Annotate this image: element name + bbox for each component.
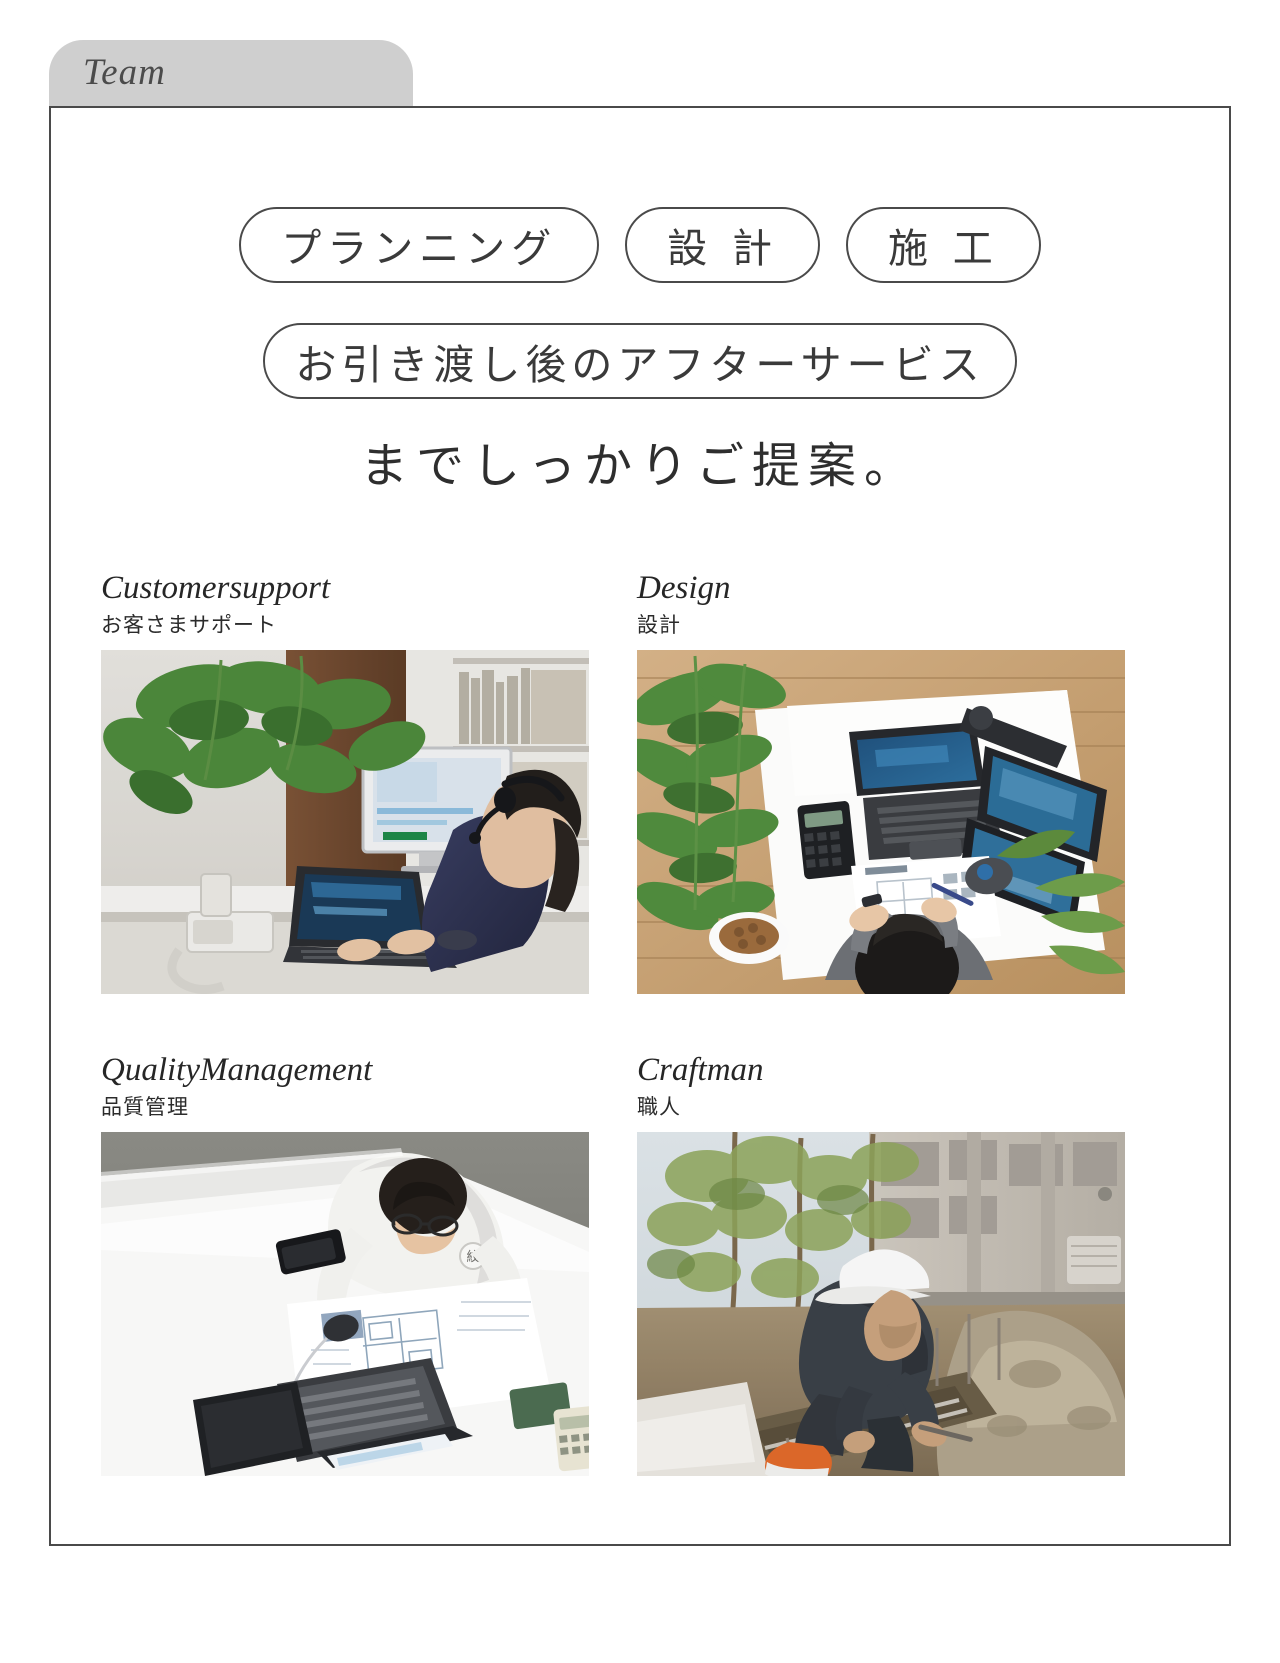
pill-design-label: 設 計 (667, 226, 778, 272)
card-qualitymanagement-title-ja: 品質管理 (101, 1094, 189, 1119)
pill-design[interactable]: 設 計 (625, 207, 820, 283)
service-pill-row-primary: プランニング 設 計 施 工 (51, 207, 1229, 283)
card-craftman[interactable]: Craftman 職人 (637, 1052, 1125, 1476)
section-tagline: までしっかりご提案。 (359, 438, 920, 494)
section-tab: Team (49, 40, 413, 108)
pill-construction[interactable]: 施 工 (846, 207, 1041, 283)
service-pill-row-secondary: お引き渡し後のアフターサービス (51, 323, 1229, 399)
card-design[interactable]: Design 設計 (637, 570, 1125, 994)
team-card-grid: Customersupport お客さまサポート Design 設計 Quali… (101, 570, 1179, 1476)
card-qualitymanagement[interactable]: QualityManagement 品質管理 紋 (101, 1052, 589, 1476)
quality-management-photo: 紋 (101, 1131, 589, 1476)
card-customersupport-title-ja: お客さまサポート (101, 612, 277, 637)
card-design-title-en: Design (637, 570, 731, 606)
pill-aftersales-label: お引き渡し後のアフターサービス (295, 341, 985, 389)
card-design-title-ja: 設計 (637, 612, 681, 637)
card-craftman-title-ja: 職人 (637, 1094, 681, 1119)
team-panel: プランニング 設 計 施 工 お引き渡し後のアフターサービス までしっかりご提案… (49, 106, 1231, 1546)
pill-planning[interactable]: プランニング (239, 207, 600, 283)
card-customersupport[interactable]: Customersupport お客さまサポート (101, 570, 589, 994)
card-customersupport-title-en: Customersupport (101, 570, 331, 606)
section-tab-label: Team (83, 51, 166, 93)
card-qualitymanagement-title-en: QualityManagement (101, 1051, 373, 1088)
craftman-photo (637, 1131, 1125, 1476)
design-photo (637, 649, 1125, 994)
pill-planning-label: プランニング (281, 226, 558, 272)
customer-support-photo (101, 649, 589, 994)
pill-construction-label: 施 工 (888, 226, 999, 272)
pill-aftersales[interactable]: お引き渡し後のアフターサービス (263, 323, 1017, 399)
card-craftman-title-en: Craftman (637, 1051, 764, 1088)
